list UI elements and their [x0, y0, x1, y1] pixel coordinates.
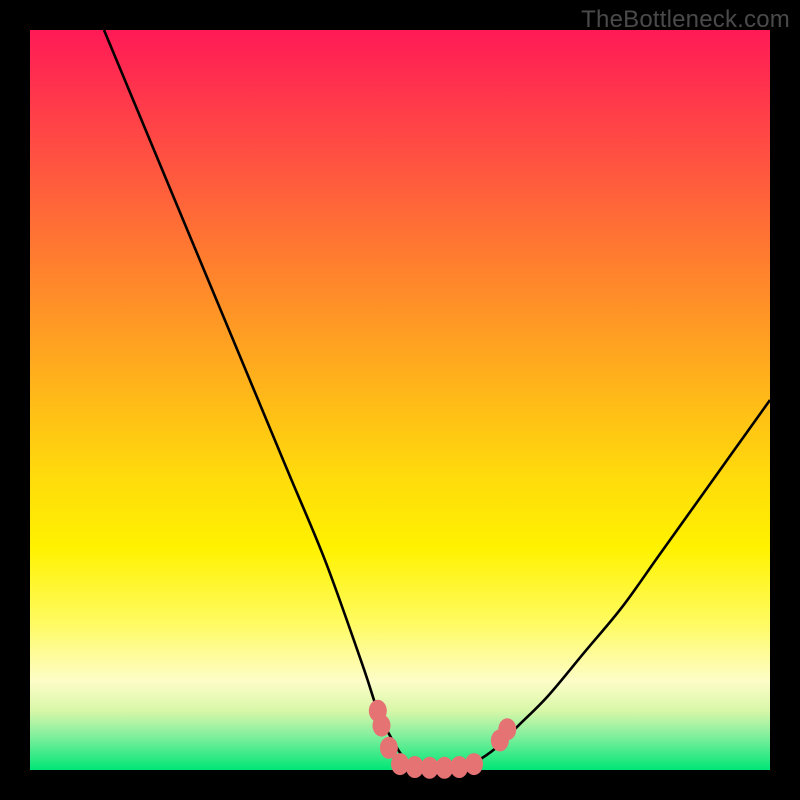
curve-marker: [373, 715, 391, 737]
curve-marker: [465, 753, 483, 775]
plot-area: [30, 30, 770, 770]
marker-group: [369, 700, 517, 779]
curve-group: [104, 30, 770, 771]
curve-marker: [498, 718, 516, 740]
watermark-label: TheBottleneck.com: [581, 6, 790, 34]
curve-layer: [30, 30, 770, 770]
chart-frame: TheBottleneck.com: [0, 0, 800, 800]
bottleneck-curve-path: [104, 30, 770, 771]
